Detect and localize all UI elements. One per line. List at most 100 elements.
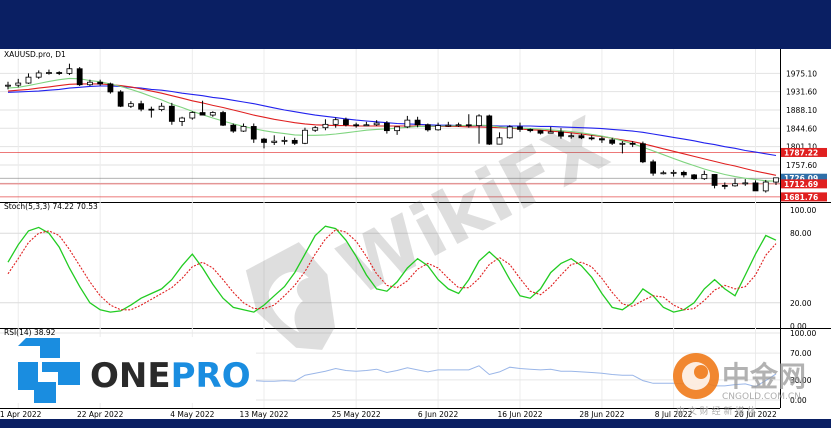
candle-body-bear (353, 124, 360, 127)
candle-body-bear (107, 83, 114, 93)
candle-body-bear (261, 138, 267, 143)
time-axis-label: 6 Jun 2022 (418, 410, 459, 419)
candle-body-bear (97, 81, 104, 85)
candle-body-bear (588, 137, 595, 140)
top-banner (0, 0, 831, 50)
candle-body-bull (312, 127, 319, 131)
candle-body-bull (394, 126, 401, 132)
chart-svg: WikiFX XAUUSD.pro, D1 Stoch(5,3,3) 74.22… (0, 0, 831, 424)
candle-body-bear (517, 126, 523, 130)
candle-body-bear (56, 72, 63, 74)
candle-body-bear (527, 128, 534, 132)
rsi-axis-tick: 100.00 (790, 329, 816, 338)
candle-body-bull (496, 137, 503, 145)
time-axis-label: 13 May 2022 (240, 410, 289, 419)
candle-body-bull (302, 129, 308, 144)
candle (107, 82, 114, 94)
candle-body-bull (701, 174, 708, 180)
candle-body-bull (25, 76, 32, 84)
candle (76, 67, 83, 87)
candle-body-bull (445, 124, 452, 127)
candle-body-bull (332, 119, 339, 125)
candle-body-bull (455, 124, 462, 127)
cngold-tagline: 中 文 财 经 新 媒 体 (676, 405, 756, 417)
candle (117, 90, 124, 108)
candle-body-bull (158, 105, 165, 110)
candle-body-bull (15, 82, 22, 86)
candle-body-bull (762, 181, 769, 192)
candle-body-bull (189, 112, 196, 119)
candle-body-bull (35, 72, 42, 78)
candle-body-bear (343, 119, 349, 126)
candle-body-bear (721, 185, 728, 187)
time-axis-label: 22 Apr 2022 (77, 410, 124, 419)
candle-body-bull (660, 172, 667, 175)
candle-body-bull (670, 171, 677, 174)
candle-body-bull (619, 142, 626, 145)
candle-body-bull (373, 122, 380, 126)
candle-body-bull (742, 182, 749, 185)
candle (302, 127, 308, 145)
candle (168, 102, 175, 125)
candle-body-bear (691, 174, 697, 180)
candle-body-bear (609, 139, 616, 144)
candle-body-bear (220, 112, 226, 126)
candle-body-bear (168, 105, 175, 122)
price-axis-tick: 1888.10 (786, 106, 817, 115)
cngold-url: CNGOLD.COM.CN (722, 392, 801, 402)
candle-body-bear (578, 135, 585, 139)
candle-body-bear (752, 182, 759, 192)
candle-body-bull (5, 84, 11, 87)
candle (691, 174, 697, 180)
price-tag-text: 1681.76 (784, 193, 818, 202)
rsi-panel-label: RSI(14) 38.92 (4, 328, 56, 337)
candle-body-bear (465, 124, 472, 127)
time-axis-label: 25 May 2022 (332, 410, 381, 419)
price-tag: 1712.69 (781, 179, 827, 189)
candle-body-bear (558, 131, 564, 137)
candle-body-bull (322, 123, 329, 129)
stoch-axis-tick: 20.00 (790, 299, 812, 308)
candle-body-bear (291, 139, 298, 144)
candle-body-bull (568, 135, 575, 138)
time-axis-label: 4 May 2022 (170, 410, 214, 419)
candle-body-bear (250, 126, 257, 140)
candle-body-bull (87, 81, 93, 86)
candle-body-bull (506, 126, 513, 139)
stoch-panel-label: Stoch(5,3,3) 74.22 70.53 (4, 202, 98, 211)
chart-screenshot: WikiFX XAUUSD.pro, D1 Stoch(5,3,3) 74.22… (0, 0, 831, 424)
svg-text:ONEPRO: ONEPRO (90, 356, 251, 396)
candle-body-bear (537, 130, 544, 134)
candle-body-bull (271, 140, 278, 143)
candle-body-bear (650, 161, 657, 174)
candle-body-bull (404, 119, 411, 128)
cngold-name: 中金网 (722, 360, 806, 393)
candle-body-bear (639, 143, 646, 163)
stoch-axis-tick: 100.00 (790, 206, 816, 215)
candle (486, 114, 493, 145)
candle (650, 159, 657, 176)
candle-body-bull (240, 126, 247, 132)
time-axis-label: 16 Jun 2022 (497, 410, 542, 419)
candle-body-bear (486, 115, 493, 145)
price-tag-text: 1712.69 (784, 180, 818, 189)
candle-body-bear (599, 138, 605, 141)
price-tag: 1681.76 (781, 192, 827, 202)
candle-body-bear (138, 103, 145, 110)
candle-body-bull (127, 103, 134, 107)
candle-body-bear (148, 108, 155, 111)
candle-body-bull (547, 131, 554, 134)
price-tag: 1787.22 (781, 147, 827, 157)
candle-body-bull (281, 139, 288, 142)
time-axis-label: 11 Apr 2022 (0, 410, 42, 419)
candle-body-bull (363, 124, 370, 127)
price-axis-tick: 1975.10 (786, 69, 817, 78)
candle (762, 179, 769, 193)
candle-body-bull (46, 72, 52, 74)
candle-body-bear (424, 124, 431, 131)
rsi-axis-tick: 70.00 (790, 349, 812, 358)
candle-body-bear (199, 112, 206, 116)
candle-body-bull (732, 183, 738, 187)
price-tag-text: 1787.22 (784, 148, 818, 157)
candle-body-bear (383, 122, 390, 132)
